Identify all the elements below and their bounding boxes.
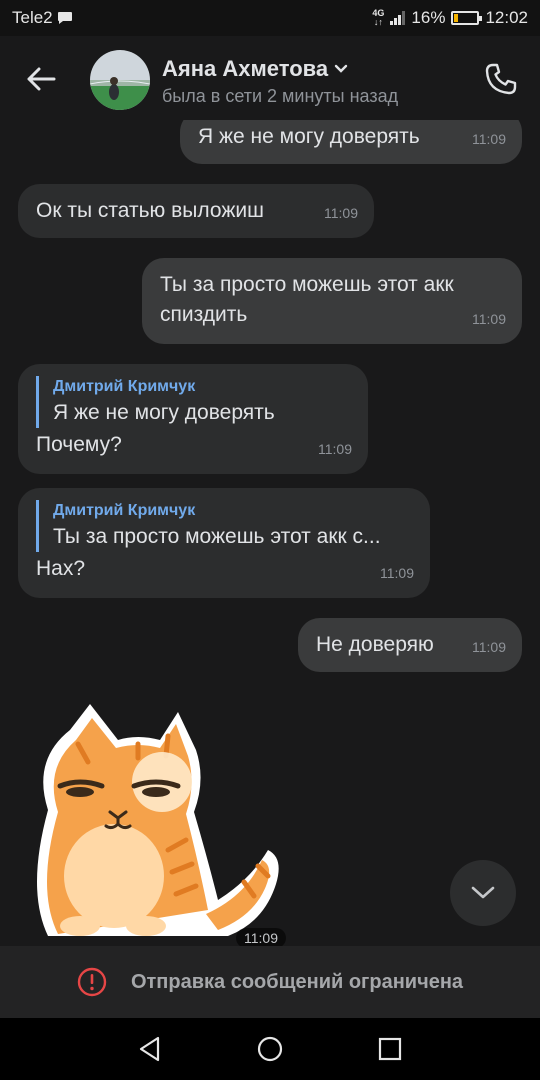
message-time: 11:09 <box>318 441 352 457</box>
message-time: 11:09 <box>472 131 506 147</box>
reply-quote[interactable]: Дмитрий Кримчук Я же не могу доверять <box>36 376 350 428</box>
quote-author: Дмитрий Кримчук <box>53 502 196 519</box>
phone-icon <box>485 63 517 95</box>
chat-header: Аяна Ахметова была в сети 2 минуты назад <box>0 36 540 120</box>
call-button[interactable] <box>480 58 522 100</box>
message-list[interactable]: Я же не могу доверять 11:09 Ок ты статью… <box>0 120 540 946</box>
message-bubble[interactable]: Я же не могу доверять 11:09 <box>180 120 522 164</box>
triangle-back-icon <box>139 1036 160 1062</box>
message-time: 11:09 <box>380 565 414 581</box>
back-button[interactable] <box>20 58 62 100</box>
system-nav-bar <box>0 1018 540 1080</box>
sticker-time: 11:09 <box>236 928 286 946</box>
signal-icon <box>390 11 406 25</box>
alert-circle-icon <box>77 967 107 997</box>
message-time: 11:09 <box>472 639 506 655</box>
avatar[interactable] <box>90 50 150 110</box>
arrow-left-icon <box>27 67 56 91</box>
contact-status: была в сети 2 минуты назад <box>162 86 399 106</box>
chevron-down-icon <box>334 64 348 73</box>
square-recents-icon <box>378 1037 402 1061</box>
message-bubble[interactable]: Ок ты статью выложиш 11:09 <box>18 184 374 238</box>
carrier-name: Tele2 <box>12 8 53 27</box>
contact-name[interactable]: Аяна Ахметова <box>162 56 348 82</box>
network-type: 4G ↓↑ <box>372 8 385 27</box>
quote-author: Дмитрий Кримчук <box>53 378 196 395</box>
send-restricted-bar: Отправка сообщений ограничена <box>0 946 540 1018</box>
message-bubble[interactable]: Дмитрий Кримчук Я же не могу доверять По… <box>18 364 368 474</box>
chevron-down-icon <box>471 886 495 899</box>
nav-home-button[interactable] <box>255 1034 285 1064</box>
nav-recents-button[interactable] <box>375 1034 405 1064</box>
status-bar: Tele2 4G ↓↑ 16% 12:02 <box>0 0 540 36</box>
message-notification-icon <box>57 12 72 24</box>
nav-back-button[interactable] <box>135 1034 165 1064</box>
quote-text: Я же не могу доверять <box>53 401 275 424</box>
message-time: 11:09 <box>472 311 506 327</box>
battery-icon <box>451 11 483 25</box>
message-bubble[interactable]: Не доверяю 11:09 <box>298 618 522 672</box>
reply-quote[interactable]: Дмитрий Кримчук Ты за просто можешь этот… <box>36 500 412 552</box>
message-time: 11:09 <box>324 205 358 221</box>
cat-sticker[interactable] <box>18 700 298 940</box>
message-bubble[interactable]: Дмитрий Кримчук Ты за просто можешь этот… <box>18 488 430 598</box>
circle-home-icon <box>257 1036 283 1062</box>
quote-text: Ты за просто можешь этот акк с... <box>53 525 381 548</box>
clock: 12:02 <box>485 8 528 27</box>
restriction-text: Отправка сообщений ограничена <box>130 970 464 993</box>
scroll-down-button[interactable] <box>450 860 516 926</box>
message-bubble[interactable]: Ты за просто можешь этот акк спиздить 11… <box>142 258 522 344</box>
battery-percent: 16% <box>411 8 446 27</box>
